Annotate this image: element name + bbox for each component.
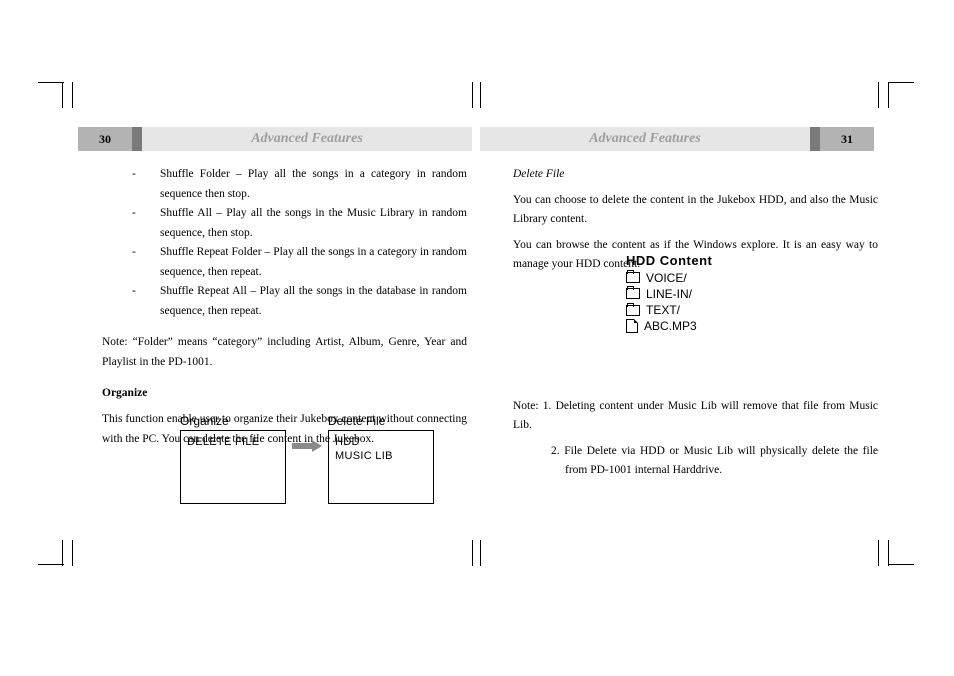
crop-mark [62, 82, 63, 108]
crop-mark [888, 82, 889, 108]
crop-mark [480, 82, 481, 108]
diagram-box-delete: Delete File HDD MUSIC LIB [328, 414, 434, 504]
hdd-item: VOICE/ [646, 270, 687, 286]
hdd-row: ABC.MP3 [626, 318, 712, 334]
diagram-box-body: DELETE FILE [180, 430, 286, 504]
folder-icon [626, 288, 640, 299]
folder-icon [626, 305, 640, 316]
diagram-item: MUSIC LIB [335, 449, 427, 463]
crop-mark [72, 540, 73, 566]
delete-file-heading: Delete File [513, 165, 878, 185]
organize-heading: Organize [102, 384, 467, 404]
page-number-left: 30 [78, 127, 132, 151]
crop-mark [472, 82, 473, 108]
bullet-text: Shuffle Repeat Folder – Play all the son… [160, 243, 467, 282]
file-icon [626, 319, 638, 333]
hdd-row: LINE-IN/ [626, 286, 712, 302]
folder-icon [626, 272, 640, 283]
diagram-item: HDD [335, 435, 427, 449]
crop-mark [888, 564, 914, 565]
diagram-item: DELETE FILE [187, 435, 279, 449]
bullet-text: Shuffle All – Play all the songs in the … [160, 204, 467, 243]
crop-mark [38, 564, 64, 565]
arrow-right-icon [292, 440, 322, 452]
delete-note-2: 2. File Delete via HDD or Music Lib will… [513, 442, 878, 481]
shuffle-list: -Shuffle Folder – Play all the songs in … [102, 165, 467, 321]
bullet-dash: - [102, 165, 160, 204]
page-header-right: 31 Advanced Features [480, 127, 874, 151]
hdd-item: ABC.MP3 [644, 318, 697, 334]
delete-note-1: Note: 1. Deleting content under Music Li… [513, 397, 878, 436]
header-accent [810, 127, 820, 151]
crop-mark [38, 82, 64, 83]
crop-mark [888, 540, 889, 566]
bullet-text: Shuffle Folder – Play all the songs in a… [160, 165, 467, 204]
page-header-left: 30 Advanced Features [78, 127, 472, 151]
hdd-item: LINE-IN/ [646, 286, 692, 302]
diagram-box-title: Delete File [328, 414, 434, 428]
bullet-text: Shuffle Repeat All – Play all the songs … [160, 282, 467, 321]
folder-note: Note: “Folder” means “category” includin… [102, 333, 467, 372]
diagram-box-title: Organize [180, 414, 286, 428]
hdd-item: TEXT/ [646, 302, 680, 318]
bullet-dash: - [102, 282, 160, 321]
delete-file-p1: You can choose to delete the content in … [513, 191, 878, 230]
page-number-right: 31 [820, 127, 874, 151]
diagram-box-organize: Organize DELETE FILE [180, 414, 286, 504]
hdd-row: VOICE/ [626, 270, 712, 286]
crop-mark [480, 540, 481, 566]
page-title-left: Advanced Features [142, 131, 472, 147]
hdd-title: HDD Content [626, 252, 712, 270]
bullet-dash: - [102, 204, 160, 243]
diagram-box-body: HDD MUSIC LIB [328, 430, 434, 504]
hdd-content-diagram: HDD Content VOICE/ LINE-IN/ TEXT/ ABC.MP… [626, 252, 712, 334]
left-column: -Shuffle Folder – Play all the songs in … [102, 165, 467, 455]
page-title-right: Advanced Features [480, 131, 810, 147]
crop-mark [878, 82, 879, 108]
crop-mark [472, 540, 473, 566]
header-accent [132, 127, 142, 151]
bullet-dash: - [102, 243, 160, 282]
crop-mark [62, 540, 63, 566]
crop-mark [878, 540, 879, 566]
crop-mark [888, 82, 914, 83]
hdd-row: TEXT/ [626, 302, 712, 318]
crop-mark [72, 82, 73, 108]
organize-diagram: Organize DELETE FILE Delete File HDD MUS… [180, 414, 434, 504]
